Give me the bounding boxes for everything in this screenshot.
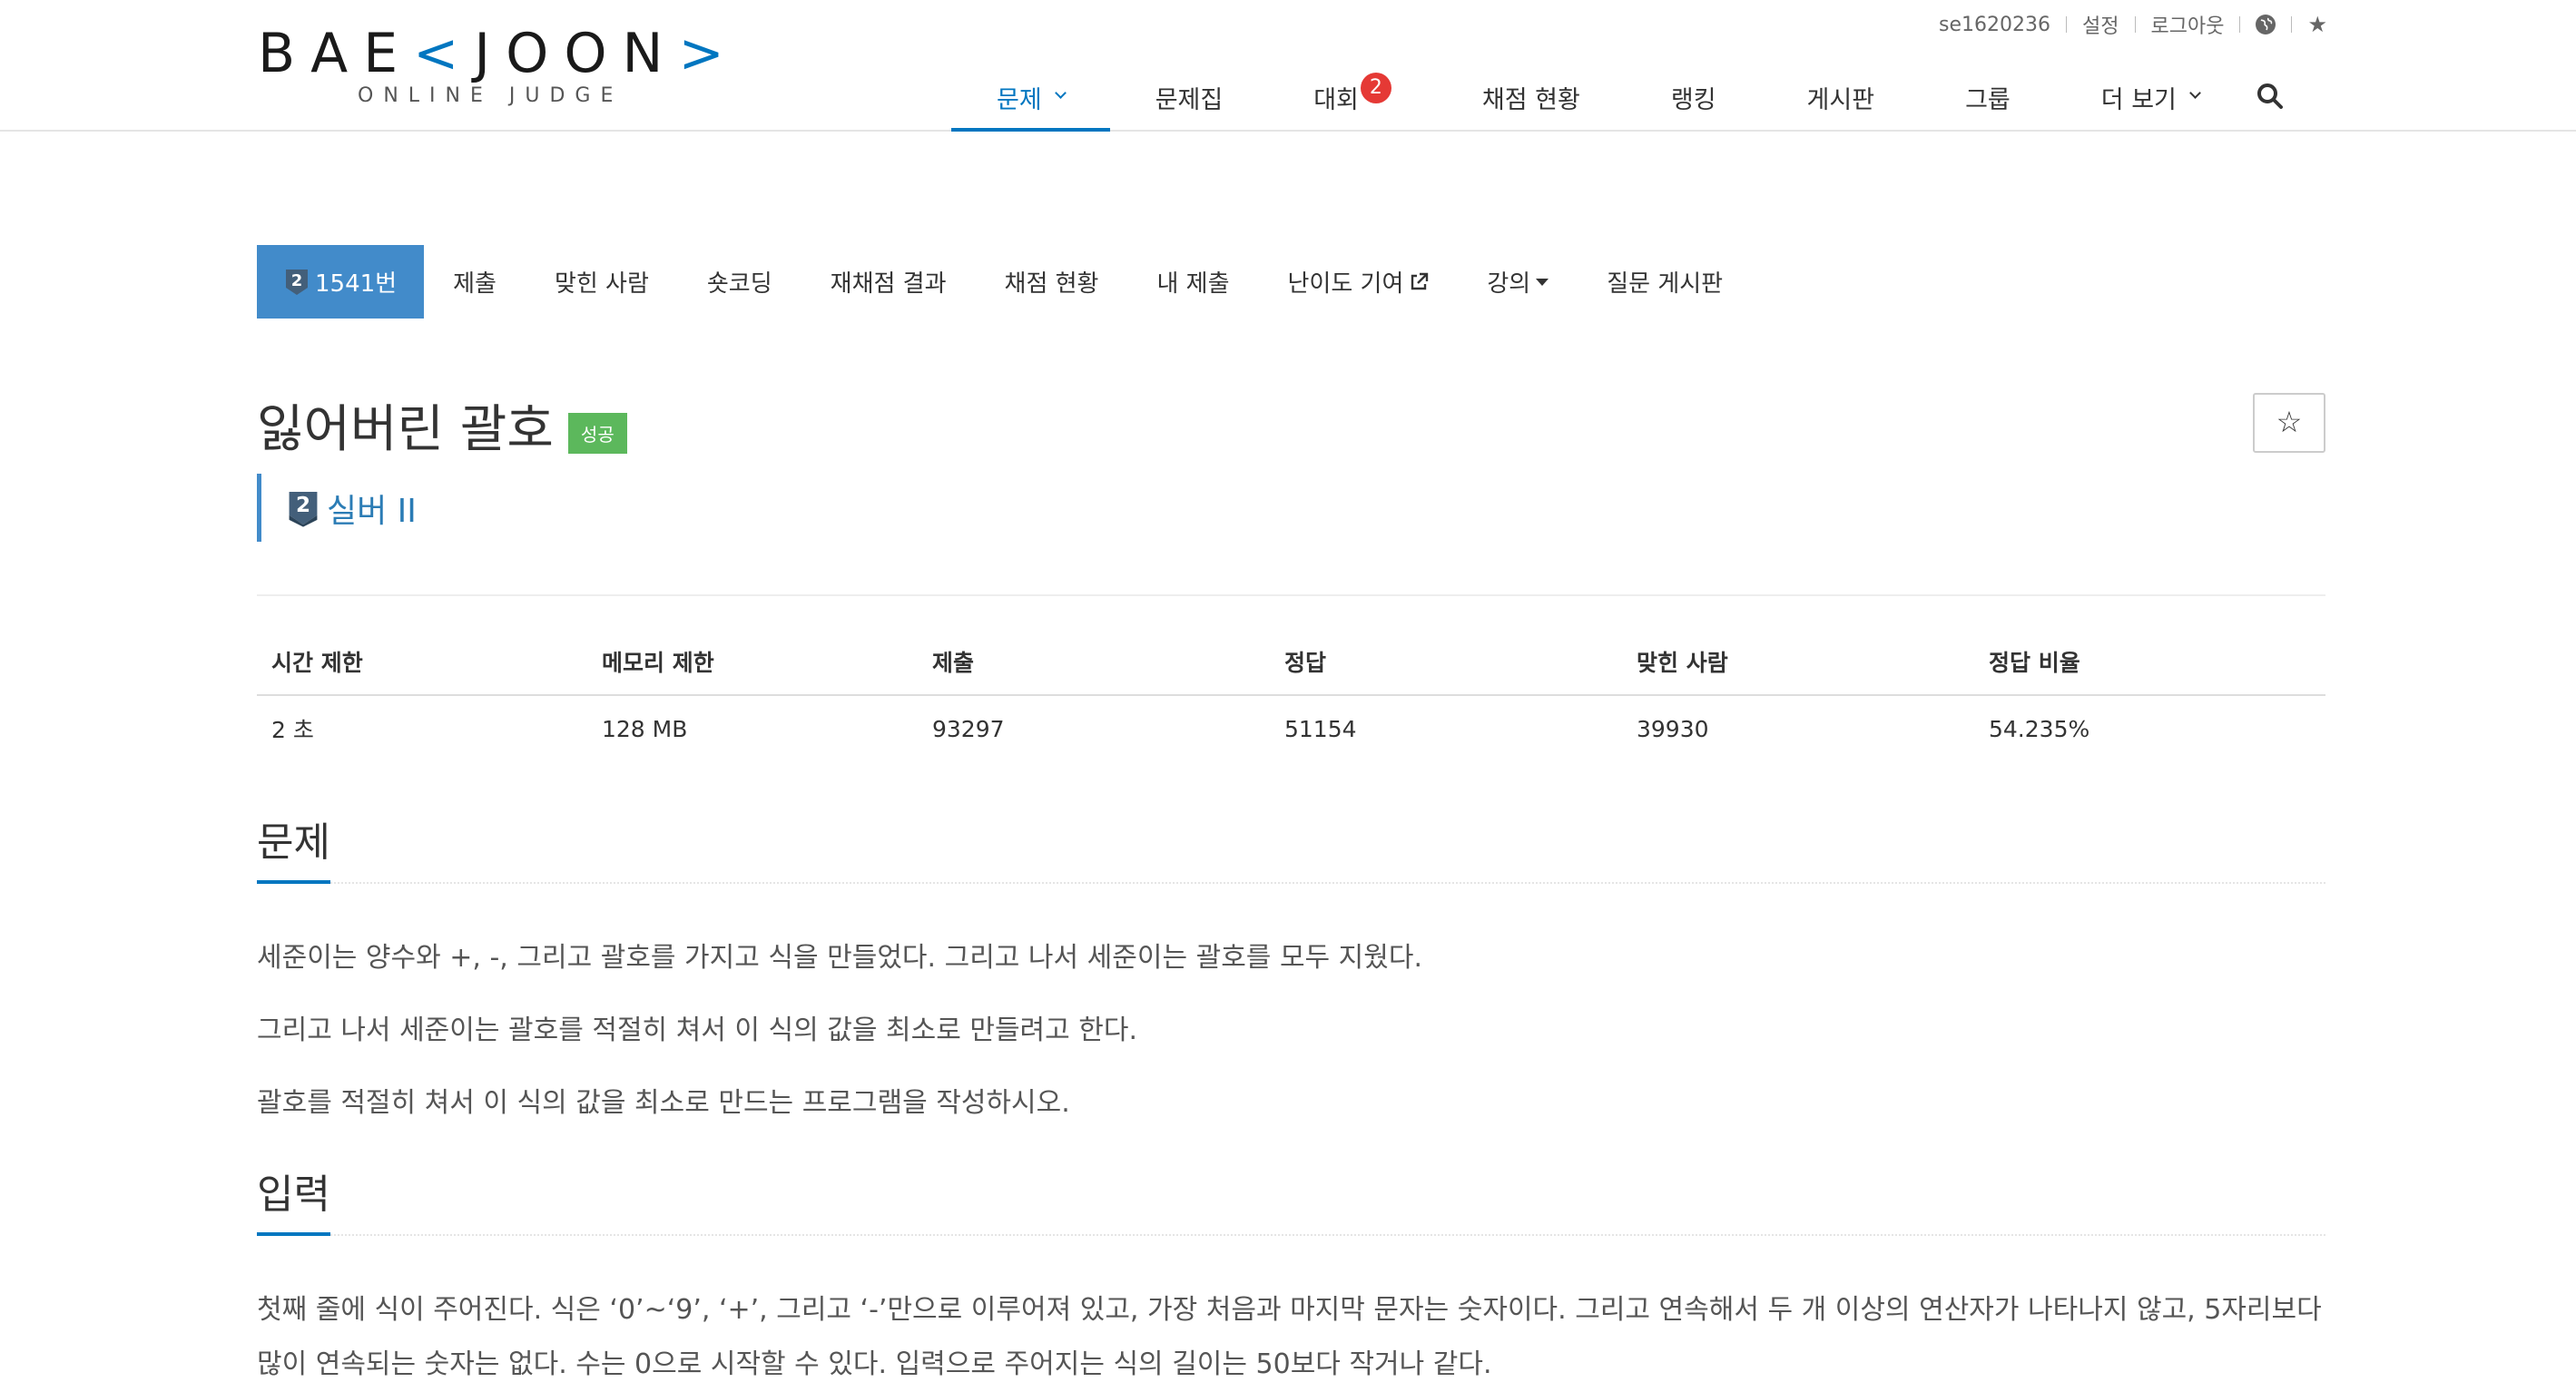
nav-label: 대회 bbox=[1313, 86, 1359, 114]
tab-lectures[interactable]: 강의 bbox=[1458, 245, 1578, 319]
section-title: 입력 bbox=[257, 1162, 330, 1236]
problem-info-table: 시간 제한 메모리 제한 제출 정답 맞힌 사람 정답 비율 2 초 128 M… bbox=[257, 629, 2325, 761]
column-header: 시간 제한 bbox=[257, 629, 587, 696]
time-limit-value: 2 초 bbox=[271, 717, 314, 743]
nav-label: 그룹 bbox=[1965, 86, 2011, 114]
settings-link[interactable]: 설정 bbox=[2082, 10, 2119, 39]
baekjoon-logo[interactable]: BAE<JOON> ONLINE JUDGE bbox=[258, 24, 730, 114]
site-header: BAE<JOON> ONLINE JUDGE se1620236 설정 로그아웃… bbox=[0, 0, 2576, 132]
logo-wordmark: BAE<JOON> bbox=[258, 22, 740, 85]
nav-label: 채점 현황 bbox=[1481, 86, 1580, 114]
tab-solvers[interactable]: 맞힌 사람 bbox=[526, 245, 678, 319]
divider bbox=[2134, 16, 2136, 33]
nav-item-more[interactable]: 더 보기 bbox=[2056, 73, 2245, 132]
nav-item-status[interactable]: 채점 현황 bbox=[1437, 73, 1626, 132]
tab-label: 강의 bbox=[1487, 270, 1531, 298]
tab-problem-number[interactable]: 2 1541번 bbox=[257, 245, 425, 319]
favorite-button[interactable]: ☆ bbox=[2253, 393, 2325, 453]
user-links: se1620236 설정 로그아웃 ★ bbox=[1939, 11, 2327, 38]
column-header: 정답 비율 bbox=[1974, 629, 2325, 696]
problem-paragraph: 괄호를 적절히 쳐서 이 식의 값을 최소로 만드는 프로그램을 작성하시오. bbox=[257, 1087, 1070, 1119]
silver-tier-icon: 2 bbox=[286, 269, 308, 295]
external-link-icon bbox=[1411, 272, 1429, 289]
accepted-value: 51154 bbox=[1284, 715, 1357, 742]
star-icon[interactable]: ★ bbox=[2307, 12, 2327, 37]
problem-title-row: 잃어버린 괄호 성공 bbox=[257, 388, 627, 462]
table-row: 2 초 128 MB 93297 51154 39930 54.235% bbox=[257, 695, 2325, 761]
problem-menu: 2 1541번 제출 맞힌 사람 숏코딩 재채점 결과 채점 현황 내 제출 난… bbox=[257, 245, 1752, 319]
problem-title: 잃어버린 괄호 bbox=[257, 400, 554, 459]
problem-paragraph: 그리고 나서 세준이는 괄호를 적절히 쳐서 이 식의 값을 최소로 만들려고 … bbox=[257, 1015, 1138, 1046]
search-icon[interactable] bbox=[2256, 82, 2285, 111]
tab-label: 제출 bbox=[453, 270, 497, 298]
tab-my-submissions[interactable]: 내 제출 bbox=[1127, 245, 1258, 319]
divider bbox=[2291, 16, 2293, 33]
nav-item-board[interactable]: 게시판 bbox=[1762, 73, 1921, 132]
tab-label: 내 제출 bbox=[1156, 270, 1230, 298]
chevron-down-icon bbox=[2189, 87, 2201, 99]
silver-tier-icon: 2 bbox=[289, 491, 318, 527]
tab-label: 숏코딩 bbox=[706, 270, 772, 298]
svg-text:2: 2 bbox=[296, 493, 310, 516]
tab-label: 난이도 기여 bbox=[1287, 270, 1404, 298]
star-outline-icon: ☆ bbox=[2276, 405, 2303, 439]
caret-down-icon bbox=[1536, 278, 1549, 286]
main-nav: 문제 문제집 대회 2 채점 현황 랭킹 게시판 그룹 더 보기 bbox=[951, 73, 2245, 132]
tab-label: 1541번 bbox=[315, 270, 398, 298]
column-header: 맞힌 사람 bbox=[1622, 629, 1974, 696]
accept-ratio-value: 54.235% bbox=[1989, 715, 2090, 742]
username-link[interactable]: se1620236 bbox=[1939, 14, 2050, 36]
problem-tier: 2 실버 II bbox=[257, 474, 417, 542]
divider bbox=[2239, 16, 2241, 33]
nav-label: 게시판 bbox=[1806, 86, 1875, 114]
tab-difficulty-contribution[interactable]: 난이도 기여 bbox=[1259, 245, 1459, 319]
table-header-row: 시간 제한 메모리 제한 제출 정답 맞힌 사람 정답 비율 bbox=[257, 629, 2325, 696]
column-header: 제출 bbox=[918, 629, 1270, 696]
nav-item-contest[interactable]: 대회 2 bbox=[1268, 73, 1437, 132]
logout-link[interactable]: 로그아웃 bbox=[2151, 10, 2225, 39]
tab-label: 채점 현황 bbox=[1004, 270, 1099, 298]
tab-rejudge[interactable]: 재채점 결과 bbox=[801, 245, 976, 319]
tab-submit[interactable]: 제출 bbox=[424, 245, 526, 319]
tab-label: 재채점 결과 bbox=[830, 270, 947, 298]
solvers-value: 39930 bbox=[1637, 715, 1709, 742]
section-header-input: 입력 bbox=[257, 1152, 2325, 1236]
globe-icon[interactable] bbox=[2256, 15, 2276, 34]
input-paragraph: 첫째 줄에 식이 주어진다. 식은 ‘0’~‘9’, ‘+’, 그리고 ‘-’만… bbox=[257, 1294, 2322, 1380]
section-header-problem: 문제 bbox=[257, 800, 2325, 884]
tier-label[interactable]: 실버 II bbox=[327, 485, 417, 532]
nav-item-group[interactable]: 그룹 bbox=[1920, 73, 2056, 132]
chevron-down-icon bbox=[1054, 87, 1067, 99]
memory-limit-value: 128 MB bbox=[602, 715, 688, 742]
nav-item-ranking[interactable]: 랭킹 bbox=[1626, 73, 1762, 132]
divider bbox=[257, 594, 2325, 596]
divider bbox=[2066, 16, 2068, 33]
tab-short-coding[interactable]: 숏코딩 bbox=[678, 245, 801, 319]
tab-label: 질문 게시판 bbox=[1607, 270, 1724, 298]
globe-icon-svg bbox=[2256, 15, 2276, 34]
tab-question-board[interactable]: 질문 게시판 bbox=[1578, 245, 1752, 319]
contest-count-badge: 2 bbox=[1360, 73, 1391, 103]
nav-item-workbook[interactable]: 문제집 bbox=[1110, 73, 1269, 132]
nav-label: 랭킹 bbox=[1670, 86, 1716, 114]
nav-label: 더 보기 bbox=[2100, 86, 2177, 114]
status-badge: 성공 bbox=[567, 413, 627, 454]
nav-label: 문제집 bbox=[1155, 86, 1224, 114]
section-title: 문제 bbox=[257, 809, 330, 884]
nav-item-problems[interactable]: 문제 bbox=[951, 73, 1110, 132]
tab-status[interactable]: 채점 현황 bbox=[976, 245, 1128, 319]
nav-label: 문제 bbox=[997, 86, 1042, 114]
submissions-value: 93297 bbox=[932, 715, 1005, 742]
column-header: 정답 bbox=[1270, 629, 1622, 696]
svg-text:2: 2 bbox=[291, 271, 303, 290]
problem-paragraph: 세준이는 양수와 +, -, 그리고 괄호를 가지고 식을 만들었다. 그리고 … bbox=[257, 942, 1423, 974]
logo-subtitle: ONLINE JUDGE bbox=[358, 84, 624, 107]
column-header: 메모리 제한 bbox=[587, 629, 918, 696]
tab-label: 맞힌 사람 bbox=[554, 270, 649, 298]
